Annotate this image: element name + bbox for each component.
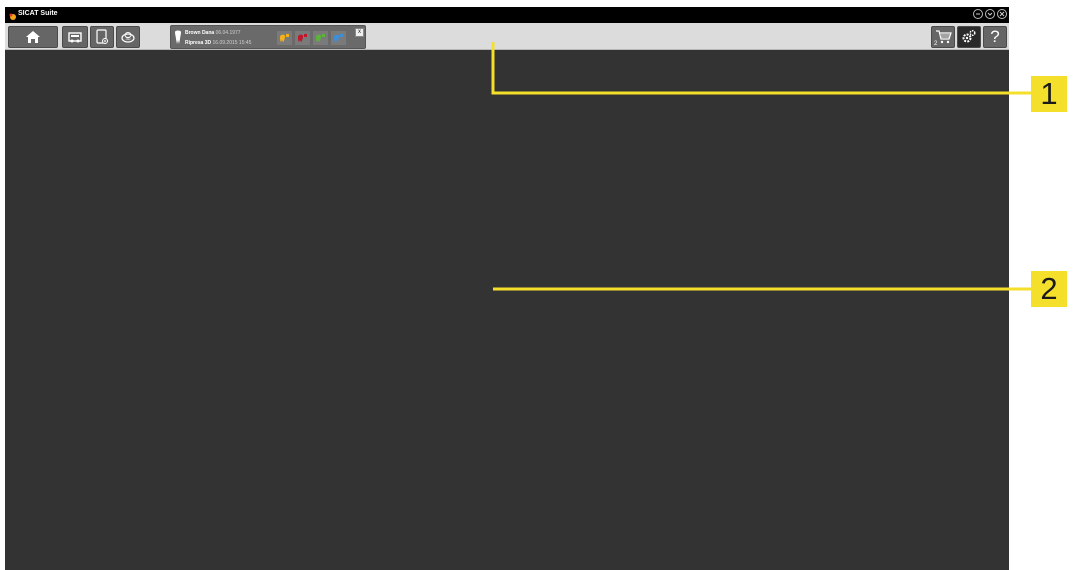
callout-1: 1 [1031, 76, 1067, 112]
callout-lines [491, 42, 1032, 291]
callout-line-1 [491, 42, 1032, 95]
callout-2: 2 [1031, 271, 1067, 307]
